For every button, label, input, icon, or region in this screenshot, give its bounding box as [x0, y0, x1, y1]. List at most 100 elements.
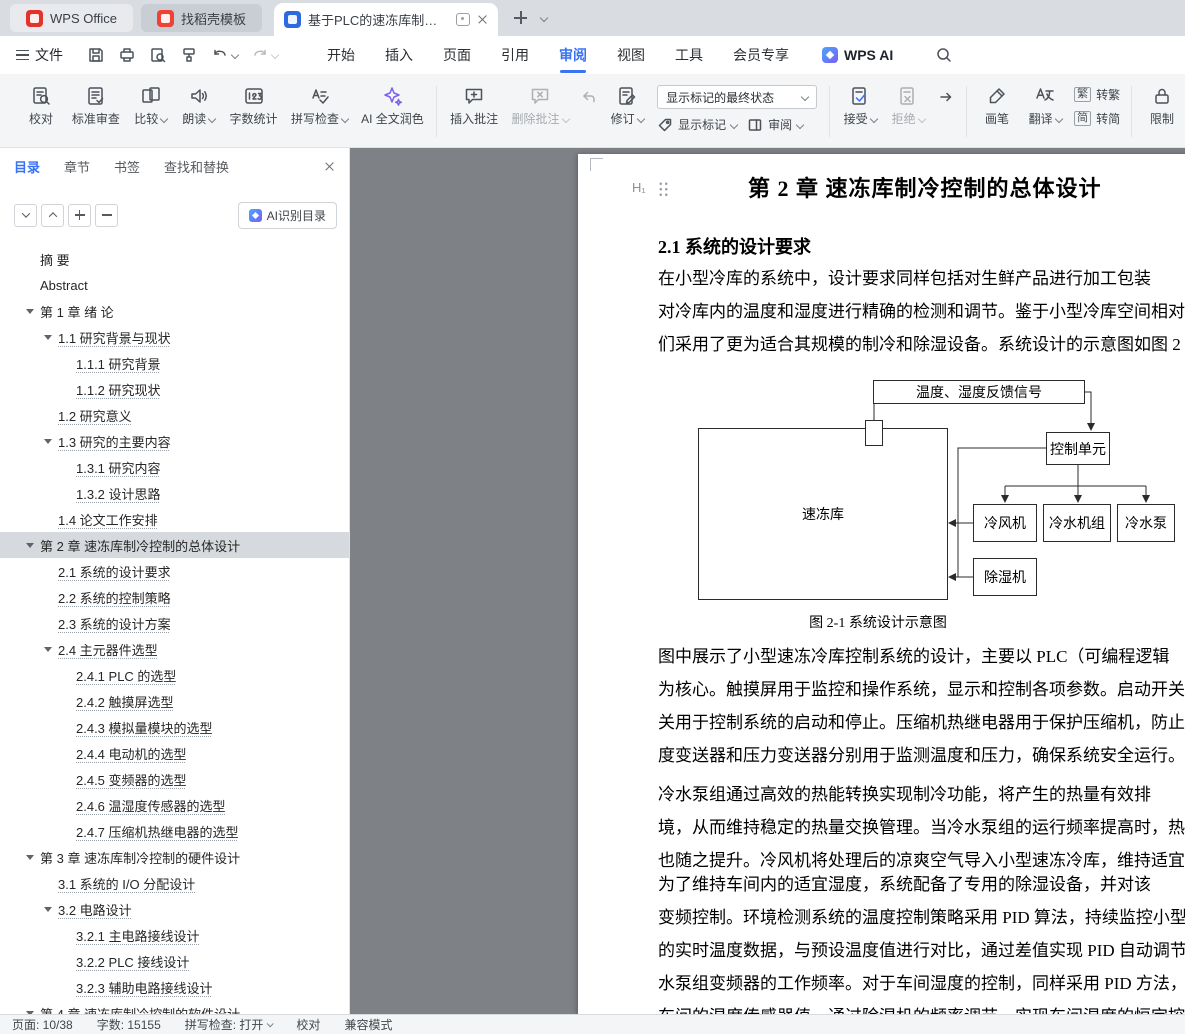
- reply-comment-icon[interactable]: [579, 87, 599, 107]
- toc-item[interactable]: 第 1 章 绪 论: [0, 298, 349, 324]
- restrict-editing-button[interactable]: 限制: [1139, 76, 1185, 147]
- paragraph-drag-handle-icon[interactable]: [658, 181, 669, 197]
- undo-icon[interactable]: [211, 46, 229, 64]
- print-icon[interactable]: [118, 46, 136, 64]
- compare-button[interactable]: 比较: [128, 76, 174, 147]
- toc-expand-arrow-icon[interactable]: [44, 646, 52, 652]
- to-simplified-button[interactable]: 简 转简: [1074, 110, 1120, 127]
- proofread-status[interactable]: 校对: [296, 1016, 320, 1033]
- menu-item-view[interactable]: 视图: [602, 36, 660, 74]
- toc-item[interactable]: 1.1.1 研究背景: [0, 350, 349, 376]
- expand-all-button[interactable]: [14, 203, 37, 227]
- menu-item-tools[interactable]: 工具: [660, 36, 718, 74]
- toc-item[interactable]: 第 2 章 速冻库制冷控制的总体设计: [0, 532, 349, 558]
- menu-item-membership[interactable]: 会员专享: [718, 36, 804, 74]
- menu-item-review[interactable]: 审阅: [544, 36, 602, 74]
- tab-bookmarks[interactable]: 书签: [114, 157, 140, 176]
- translate-button[interactable]: 翻译: [1022, 76, 1068, 147]
- toc-expand-arrow-icon[interactable]: [44, 438, 52, 444]
- menu-item-home[interactable]: 开始: [312, 36, 370, 74]
- toc-item[interactable]: Abstract: [0, 272, 349, 298]
- delete-comment-button[interactable]: 删除批注: [506, 76, 574, 147]
- markup-state-select[interactable]: 显示标记的最终状态: [657, 85, 818, 109]
- tab-chapters[interactable]: 章节: [64, 157, 90, 176]
- toc-item[interactable]: 2.4.3 模拟量模块的选型: [0, 714, 349, 740]
- toc-item[interactable]: 3.2 电路设计: [0, 896, 349, 922]
- toc-item[interactable]: 2.4.6 温湿度传感器的选型: [0, 792, 349, 818]
- redo-chevron-icon[interactable]: [270, 50, 280, 60]
- next-revision-icon[interactable]: [936, 87, 956, 107]
- tab-list-chevron-icon[interactable]: [539, 13, 549, 23]
- proofread-button[interactable]: 校对: [18, 76, 64, 147]
- toc-item[interactable]: 2.4.1 PLC 的选型: [0, 662, 349, 688]
- toc-item[interactable]: 1.3 研究的主要内容: [0, 428, 349, 454]
- word-count-button[interactable]: 字数统计: [224, 76, 284, 147]
- spell-check-indicator[interactable]: 拼写检查: 打开: [185, 1016, 275, 1033]
- toc-item[interactable]: 3.1 系统的 I/O 分配设计: [0, 870, 349, 896]
- menu-item-page[interactable]: 页面: [428, 36, 486, 74]
- toc-item[interactable]: 第 3 章 速冻库制冷控制的硬件设计: [0, 844, 349, 870]
- format-painter-icon[interactable]: [180, 46, 198, 64]
- toc-expand-arrow-icon[interactable]: [44, 906, 52, 912]
- toc-expand-arrow-icon[interactable]: [44, 334, 52, 340]
- toc-item[interactable]: 1.1.2 研究现状: [0, 376, 349, 402]
- toc-expand-arrow-icon[interactable]: [26, 542, 34, 548]
- accept-revision-button[interactable]: 接受: [837, 76, 883, 147]
- save-icon[interactable]: [87, 46, 105, 64]
- show-markup-button[interactable]: 显示标记: [657, 116, 739, 133]
- toc-item[interactable]: 2.4.2 触摸屏选型: [0, 688, 349, 714]
- toc-item[interactable]: 1.3.1 研究内容: [0, 454, 349, 480]
- toc-item[interactable]: 2.3 系统的设计方案: [0, 610, 349, 636]
- toc-item[interactable]: 1.2 研究意义: [0, 402, 349, 428]
- tab-active-document[interactable]: 基于PLC的速冻库制冷控制系...: [273, 3, 498, 36]
- toc-expand-arrow-icon[interactable]: [26, 308, 34, 314]
- wps-ai-button[interactable]: WPS AI: [822, 47, 893, 63]
- close-tab-icon[interactable]: [477, 14, 488, 25]
- undo-chevron-icon[interactable]: [230, 50, 240, 60]
- toc-expand-arrow-icon[interactable]: [26, 854, 34, 860]
- tab-contents[interactable]: 目录: [14, 157, 40, 176]
- ai-recognize-toc-button[interactable]: AI识别目录: [237, 201, 337, 229]
- toc-item[interactable]: 2.4 主元器件选型: [0, 636, 349, 662]
- read-aloud-button[interactable]: 朗读: [176, 76, 222, 147]
- menu-item-reference[interactable]: 引用: [486, 36, 544, 74]
- word-count-indicator[interactable]: 字数: 15155: [97, 1016, 161, 1033]
- document-canvas[interactable]: H₁ 第 2 章 速冻库制冷控制的总体设计 2.1 系统的设计要求 在小型冷库的…: [350, 148, 1185, 1014]
- ink-brush-button[interactable]: 画笔: [974, 76, 1020, 147]
- tab-docer-templates[interactable]: 找稻壳模板: [140, 4, 262, 32]
- to-traditional-button[interactable]: 繁 转繁: [1074, 86, 1120, 103]
- toc-item[interactable]: 1.3.2 设计思路: [0, 480, 349, 506]
- file-menu-button[interactable]: 文件: [16, 45, 63, 65]
- toc-item[interactable]: 3.2.3 辅助电路接线设计: [0, 974, 349, 1000]
- tab-wps-office[interactable]: WPS Office: [10, 4, 133, 32]
- toc-item[interactable]: 2.4.5 变频器的选型: [0, 766, 349, 792]
- zoom-out-outline-button[interactable]: [95, 203, 118, 227]
- toc-item[interactable]: 2.1 系统的设计要求: [0, 558, 349, 584]
- collapse-all-button[interactable]: [41, 203, 64, 227]
- toc-item[interactable]: 1.1 研究背景与现状: [0, 324, 349, 350]
- close-pane-icon[interactable]: [324, 161, 335, 172]
- toc-item[interactable]: 摘 要: [0, 246, 349, 272]
- toc-item[interactable]: 1.4 论文工作安排: [0, 506, 349, 532]
- toc-item[interactable]: 2.4.7 压缩机热继电器的选型: [0, 818, 349, 844]
- toc-item[interactable]: 2.4.4 电动机的选型: [0, 740, 349, 766]
- toc-item[interactable]: 3.2.2 PLC 接线设计: [0, 948, 349, 974]
- new-tab-button[interactable]: [513, 11, 527, 24]
- document-page[interactable]: H₁ 第 2 章 速冻库制冷控制的总体设计 2.1 系统的设计要求 在小型冷库的…: [578, 154, 1185, 1014]
- reject-revision-button[interactable]: 拒绝: [885, 76, 931, 147]
- toc-item[interactable]: 第 4 章 速冻库制冷控制的软件设计: [0, 1000, 349, 1014]
- review-pane-button[interactable]: 审阅: [747, 116, 805, 133]
- toc-item[interactable]: 3.2.1 主电路接线设计: [0, 922, 349, 948]
- toc-item[interactable]: 2.2 系统的控制策略: [0, 584, 349, 610]
- zoom-in-outline-button[interactable]: [68, 203, 91, 227]
- track-changes-button[interactable]: 修订: [604, 76, 650, 147]
- standard-review-button[interactable]: 标准审查: [66, 76, 126, 147]
- menu-item-insert[interactable]: 插入: [370, 36, 428, 74]
- tab-find-replace[interactable]: 查找和替换: [164, 157, 229, 176]
- print-preview-icon[interactable]: [149, 46, 167, 64]
- page-indicator[interactable]: 页面: 10/38: [12, 1016, 73, 1033]
- insert-comment-button[interactable]: 插入批注: [444, 76, 504, 147]
- search-icon[interactable]: [935, 46, 953, 64]
- ai-polish-button[interactable]: AI 全文润色: [356, 76, 430, 147]
- redo-icon[interactable]: [251, 46, 269, 64]
